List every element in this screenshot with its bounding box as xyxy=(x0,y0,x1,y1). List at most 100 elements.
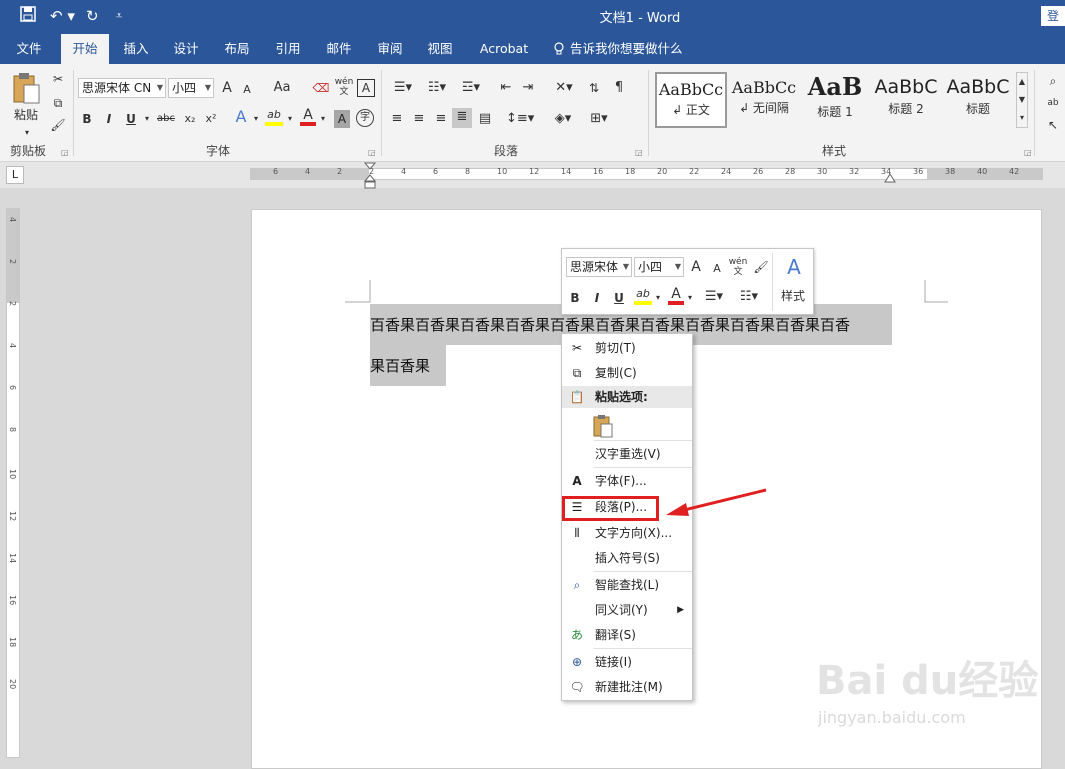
tell-me-box[interactable]: 告诉我你想要做什么 xyxy=(570,34,690,64)
tab-home[interactable]: 开始 xyxy=(61,34,109,64)
chinese-layout-icon[interactable]: ✕▾ xyxy=(550,79,578,97)
style-heading-1[interactable]: AaB 标题 1 xyxy=(799,72,871,128)
bold-button[interactable]: B xyxy=(568,289,582,307)
tab-insert[interactable]: 插入 xyxy=(114,34,158,64)
menu-item-text-direction[interactable]: ⫴ 文字方向(X)... xyxy=(562,522,692,544)
strikethrough-button[interactable]: abc xyxy=(155,110,177,128)
font-color-icon[interactable]: A xyxy=(668,287,684,305)
phonetic-guide-icon[interactable]: wén 文 xyxy=(728,257,748,277)
menu-item-reconvert[interactable]: 汉字重选(V) xyxy=(562,443,692,465)
justify-icon[interactable]: ≣ xyxy=(452,108,472,128)
tab-references[interactable]: 引用 xyxy=(266,34,310,64)
grow-font-icon[interactable]: A xyxy=(688,258,704,276)
distributed-icon[interactable]: ▤ xyxy=(476,110,494,128)
copy-icon[interactable]: ⧉ xyxy=(48,94,68,112)
menu-item-copy[interactable]: ⧉ 复制(C) xyxy=(562,362,692,384)
styles-launcher-icon[interactable]: ◲ xyxy=(1024,148,1032,157)
bold-button[interactable]: B xyxy=(80,110,94,128)
highlight-dropdown-icon[interactable]: ▾ xyxy=(285,110,295,128)
mini-font-name-combo[interactable]: 思源宋体 ▼ xyxy=(566,257,632,277)
line-spacing-icon[interactable]: ↕≡▾ xyxy=(506,110,534,128)
borders-icon[interactable]: ⊞▾ xyxy=(584,110,614,128)
style-heading-2[interactable]: AaBbC 标题 2 xyxy=(870,72,942,128)
char-shading-icon[interactable]: A xyxy=(334,110,350,128)
font-size-combo[interactable]: 小四 ▼ xyxy=(168,78,214,98)
align-right-icon[interactable]: ≡ xyxy=(432,110,450,128)
subscript-button[interactable]: x₂ xyxy=(180,110,200,128)
grow-font-icon[interactable]: A xyxy=(219,79,235,97)
paste-dropdown-icon[interactable]: ▾ xyxy=(22,124,32,142)
change-case-button[interactable]: Aa xyxy=(268,79,296,97)
shrink-font-icon[interactable]: A xyxy=(710,260,724,278)
clipboard-launcher-icon[interactable]: ◲ xyxy=(61,148,69,157)
effects-dropdown-icon[interactable]: ▾ xyxy=(251,110,261,128)
tab-design[interactable]: 设计 xyxy=(164,34,208,64)
right-indent-marker-icon[interactable] xyxy=(884,172,896,184)
shading-icon[interactable]: ◈▾ xyxy=(548,110,578,128)
font-launcher-icon[interactable]: ◲ xyxy=(368,148,376,157)
highlight-icon[interactable]: ab xyxy=(634,287,652,305)
indent-marker-icon[interactable] xyxy=(363,162,377,190)
style-normal[interactable]: AaBbCc ↲ 正文 xyxy=(655,72,727,128)
italic-button[interactable]: I xyxy=(590,289,604,307)
font-color-dropdown-icon[interactable]: ▾ xyxy=(318,110,328,128)
shrink-font-icon[interactable]: A xyxy=(240,81,254,99)
menu-item-synonyms[interactable]: 同义词(Y) ▶ xyxy=(562,599,692,621)
select-icon[interactable]: ↖ xyxy=(1044,116,1062,134)
text-effects-icon[interactable]: A xyxy=(232,108,250,126)
paste-icon[interactable] xyxy=(10,72,42,106)
styles-scroll-icon[interactable]: ▲ ▼ ▾ xyxy=(1016,72,1028,128)
cut-icon[interactable]: ✂ xyxy=(48,70,68,88)
underline-button[interactable]: U xyxy=(612,289,626,307)
bullets-icon[interactable]: ☰▾ xyxy=(388,79,418,97)
show-marks-icon[interactable]: ¶ xyxy=(610,79,628,97)
find-icon[interactable]: ⌕ xyxy=(1044,72,1062,90)
tab-mailings[interactable]: 邮件 xyxy=(317,34,361,64)
menu-item-insert-symbol[interactable]: 插入符号(S) xyxy=(562,547,692,569)
paste-button[interactable]: 粘贴 xyxy=(8,106,44,124)
menu-item-link[interactable]: ⊕ 链接(I) xyxy=(562,651,692,673)
italic-button[interactable]: I xyxy=(102,110,116,128)
decrease-indent-icon[interactable]: ⇤ xyxy=(496,79,516,97)
multilevel-list-icon[interactable]: ☲▾ xyxy=(456,79,486,97)
font-name-combo[interactable]: 思源宋体 CN ▼ xyxy=(78,78,166,98)
format-painter-icon[interactable]: 🖌 xyxy=(48,116,68,134)
document-text-line[interactable]: 果百香果 xyxy=(370,345,446,386)
font-color-icon[interactable]: A xyxy=(300,108,316,126)
font-color-dropdown-icon[interactable]: ▾ xyxy=(685,289,695,307)
replace-icon[interactable]: ab xyxy=(1044,94,1062,112)
tab-layout[interactable]: 布局 xyxy=(215,34,259,64)
align-center-icon[interactable]: ≡ xyxy=(410,110,428,128)
customize-icon[interactable]: ⩡ xyxy=(116,6,122,26)
bullets-icon[interactable]: ☰▾ xyxy=(700,288,728,306)
mini-styles-button[interactable]: 样式 xyxy=(776,287,810,305)
increase-indent-icon[interactable]: ⇥ xyxy=(518,79,538,97)
tab-review[interactable]: 审阅 xyxy=(368,34,412,64)
superscript-button[interactable]: x² xyxy=(201,110,221,128)
char-border-icon[interactable]: A xyxy=(357,79,375,97)
tab-file[interactable]: 文件 xyxy=(6,34,52,64)
phonetic-guide-icon[interactable]: wén 文 xyxy=(334,77,354,97)
format-painter-icon[interactable]: 🖌 xyxy=(752,258,770,276)
enclose-char-icon[interactable]: 字 xyxy=(356,109,374,127)
tab-view[interactable]: 视图 xyxy=(418,34,462,64)
save-icon[interactable] xyxy=(20,6,36,26)
style-no-spacing[interactable]: AaBbCc ↲ 无间隔 xyxy=(728,72,800,128)
mini-font-size-combo[interactable]: 小四 ▼ xyxy=(634,257,684,277)
style-title[interactable]: AaBbC 标题 xyxy=(942,72,1014,128)
login-button[interactable]: 登 xyxy=(1041,6,1065,26)
numbering-icon[interactable]: ☷▾ xyxy=(422,79,452,97)
vertical-ruler[interactable]: 4 2 2 4 6 8 10 12 14 16 18 20 xyxy=(6,208,20,758)
tab-acrobat[interactable]: Acrobat xyxy=(474,34,534,64)
menu-item-translate[interactable]: あ翻译(S) xyxy=(562,624,692,646)
paste-keep-text-icon[interactable] xyxy=(592,414,614,440)
sort-icon[interactable]: ⇅ xyxy=(584,79,604,97)
menu-item-new-comment[interactable]: 🗨 新建批注(M) xyxy=(562,676,692,698)
tab-selector[interactable]: L xyxy=(6,166,24,184)
highlight-icon[interactable]: ab xyxy=(265,108,283,126)
clear-format-icon[interactable]: ⌫ xyxy=(312,79,330,97)
undo-icon[interactable]: ↶ ▾ xyxy=(50,6,75,26)
styles-icon[interactable]: A xyxy=(778,253,810,281)
redo-icon[interactable]: ↻ xyxy=(86,6,99,26)
menu-item-smart-lookup[interactable]: ⌕ 智能查找(L) xyxy=(562,574,692,596)
